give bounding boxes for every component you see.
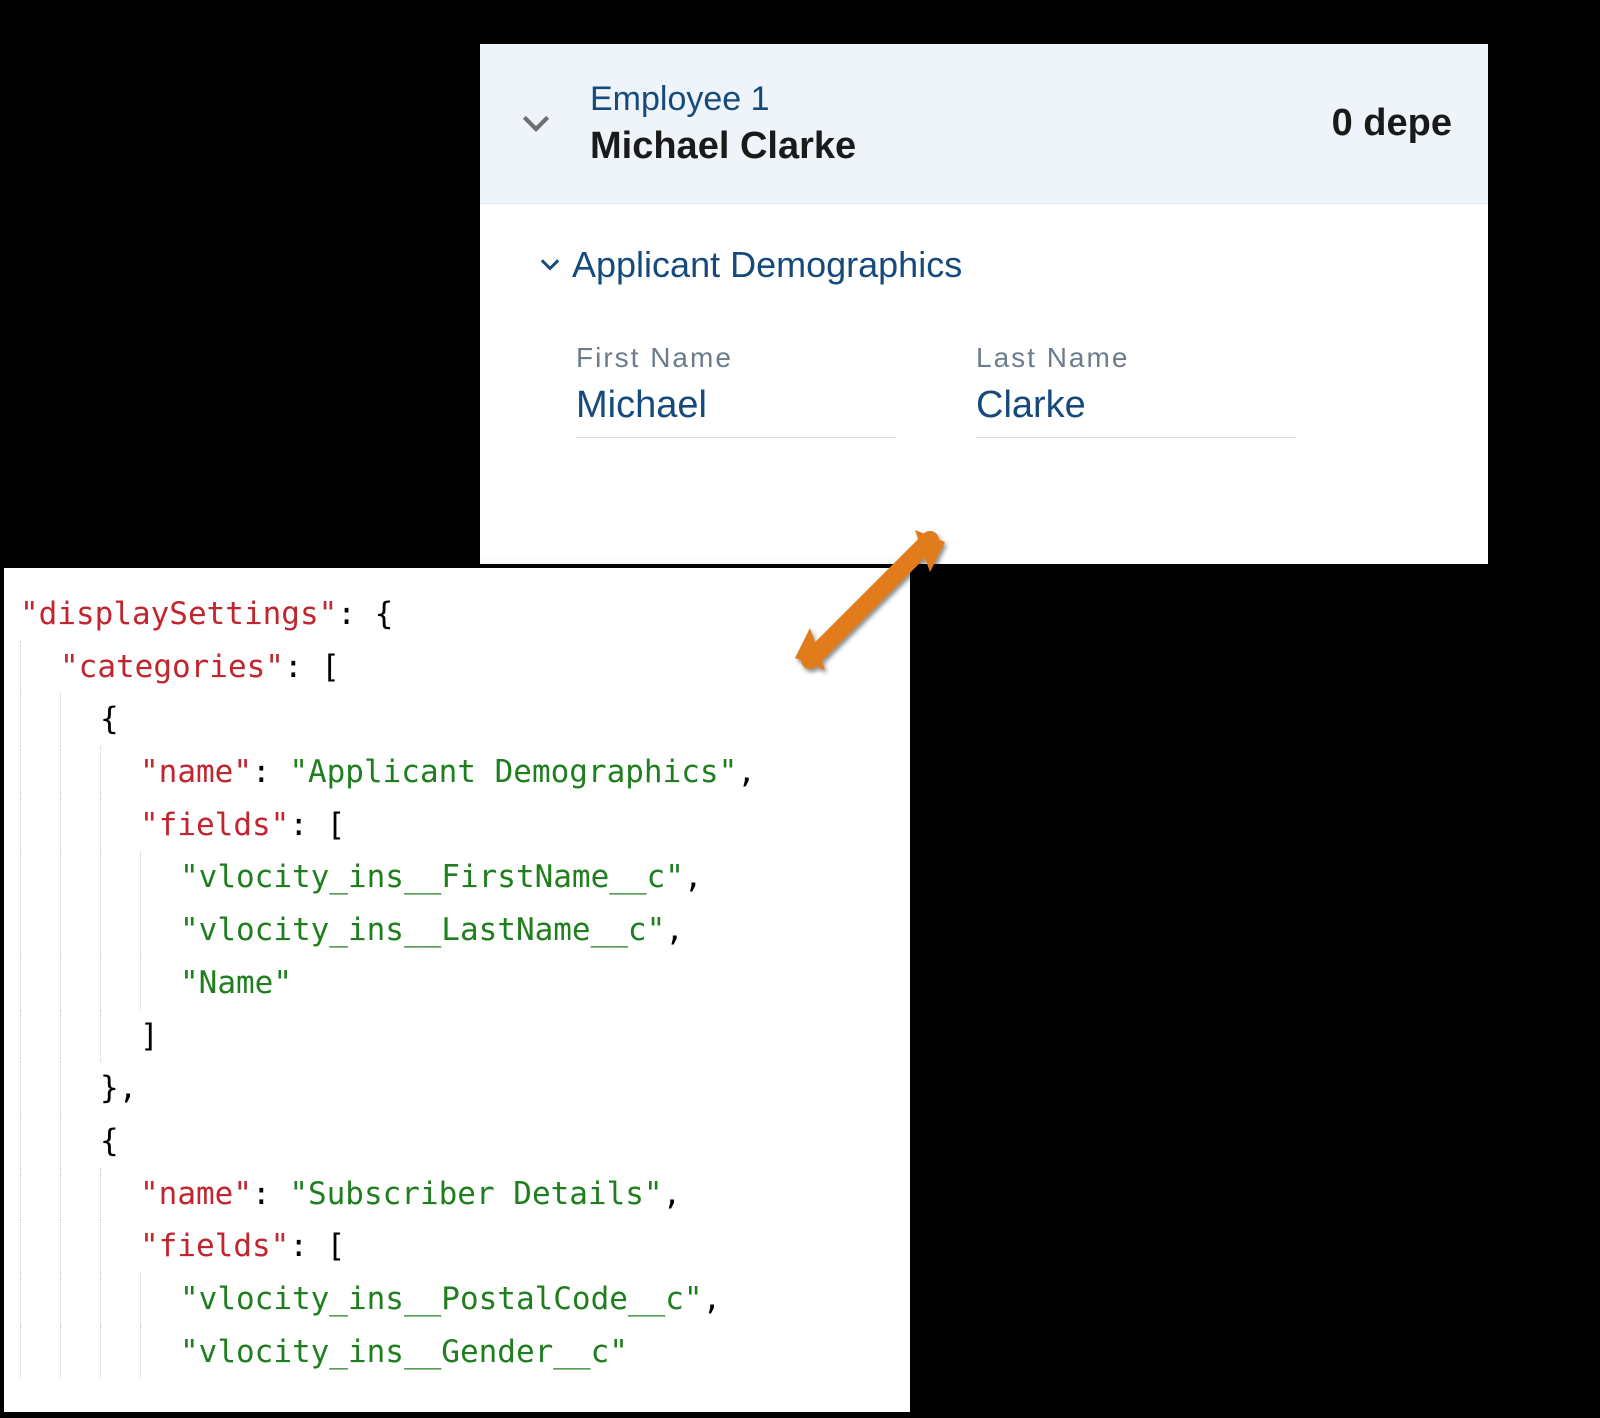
code-line: "vlocity_ins__FirstName__c",: [20, 851, 900, 904]
code-line: "name": "Applicant Demographics",: [20, 746, 900, 799]
code-line: {: [20, 693, 900, 746]
chevron-down-icon: [516, 104, 556, 144]
employee-name: Michael Clarke: [590, 125, 856, 168]
applicant-demographics-section: Applicant Demographics First Name Michae…: [480, 204, 1488, 438]
code-line: "vlocity_ins__LastName__c",: [20, 904, 900, 957]
code-line: "displaySettings": {: [20, 588, 900, 641]
code-line: "fields": [: [20, 799, 900, 852]
field-value: Michael: [576, 384, 896, 427]
section-header[interactable]: Applicant Demographics: [536, 244, 1432, 286]
code-line: "vlocity_ins__PostalCode__c",: [20, 1273, 900, 1326]
field-label: Last Name: [976, 342, 1296, 374]
employee-subtitle: Employee 1: [590, 80, 856, 119]
code-line: "vlocity_ins__Gender__c": [20, 1326, 900, 1379]
code-line: "Name": [20, 957, 900, 1010]
field-value: Clarke: [976, 384, 1296, 427]
employee-header[interactable]: Employee 1 Michael Clarke 0 depe: [480, 44, 1488, 204]
code-line: "name": "Subscriber Details",: [20, 1168, 900, 1221]
chevron-down-icon: [536, 251, 564, 279]
fields-row: First Name Michael Last Name Clarke: [536, 342, 1432, 438]
dependents-count: 0 depe: [1332, 102, 1452, 145]
code-line: "fields": [: [20, 1220, 900, 1273]
first-name-field[interactable]: First Name Michael: [576, 342, 896, 438]
code-line: },: [20, 1062, 900, 1115]
code-line: ]: [20, 1010, 900, 1063]
employee-titles: Employee 1 Michael Clarke: [590, 80, 856, 168]
section-title: Applicant Demographics: [572, 244, 962, 286]
last-name-field[interactable]: Last Name Clarke: [976, 342, 1296, 438]
employee-card: Employee 1 Michael Clarke 0 depe Applica…: [480, 44, 1488, 564]
code-line: {: [20, 1115, 900, 1168]
code-line: "categories": [: [20, 641, 900, 694]
field-label: First Name: [576, 342, 896, 374]
json-code-panel[interactable]: "displaySettings": { "categories": [ { "…: [4, 568, 910, 1412]
